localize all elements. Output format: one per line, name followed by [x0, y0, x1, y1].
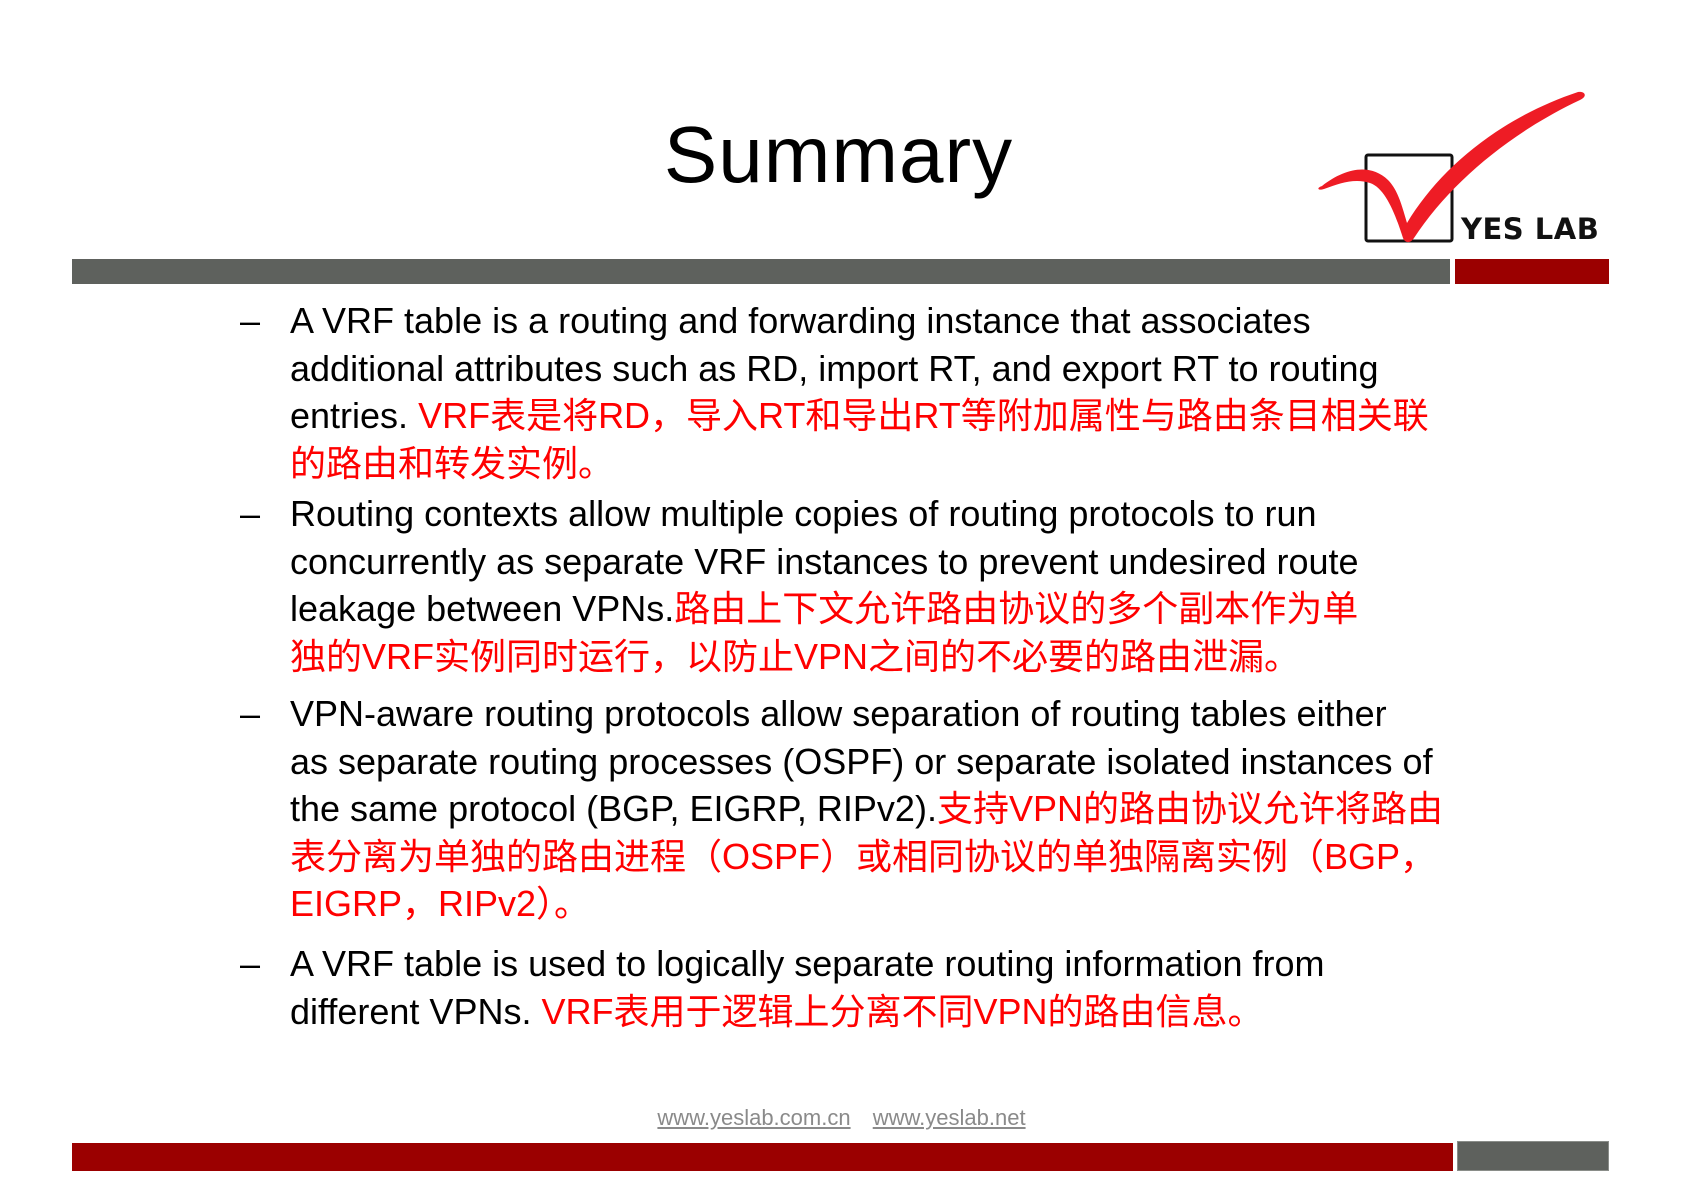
bullet-line: leakage between VPNs.路由上下文允许路由协议的多个副本作为单	[290, 585, 1530, 633]
english-text: different VPNs.	[290, 990, 542, 1032]
bullet-dash: –	[240, 493, 261, 534]
bullet-line: Routing contexts allow multiple copies o…	[290, 490, 1530, 538]
bullet-line: concurrently as separate VRF instances t…	[290, 538, 1530, 586]
bullet-line: entries. VRF表是将RD，导入RT和导出RT等附加属性与路由条目相关联	[290, 392, 1530, 440]
footer-divider-red	[72, 1143, 1453, 1171]
bullet-text: A VRF table is a routing and forwarding …	[290, 297, 1530, 487]
chinese-translation: VRF表用于逻辑上分离不同VPN的路由信息。	[541, 990, 1264, 1032]
english-text: A VRF table is a routing and forwarding …	[290, 300, 1311, 341]
chinese-translation: 表分离为单独的路由进程（OSPF）或相同协议的单独隔离实例（BGP，	[290, 835, 1437, 877]
chinese-translation: 独的VRF实例同时运行，以防止VPN之间的不必要的路由泄漏。	[290, 635, 1301, 677]
chinese-translation: EIGRP，RIPv2）。	[290, 883, 591, 924]
english-text: as separate routing processes (OSPF) or …	[290, 740, 1433, 782]
bullet-dash: –	[240, 693, 261, 734]
header-divider-gray	[72, 259, 1450, 284]
bullet-line: different VPNs. VRF表用于逻辑上分离不同VPN的路由信息。	[290, 988, 1530, 1036]
bullet-dash: –	[240, 300, 261, 341]
bullet-text: A VRF table is used to logically separat…	[290, 940, 1530, 1035]
chinese-translation: 的路由和转发实例。	[290, 442, 615, 484]
logo-text: YES LAB	[1461, 212, 1600, 246]
bullet-line: A VRF table is a routing and forwarding …	[290, 297, 1530, 345]
footer-links: www.yeslab.com.cn www.yeslab.net	[0, 1105, 1683, 1131]
english-text: VPN-aware routing protocols allow separa…	[290, 693, 1387, 734]
bullet-line: 的路由和转发实例。	[290, 440, 1530, 488]
bullet-dash: –	[240, 943, 261, 984]
bullet-line: VPN-aware routing protocols allow separa…	[290, 690, 1530, 738]
bullet-line: A VRF table is used to logically separat…	[290, 940, 1530, 988]
english-text: additional attributes such as RD, import…	[290, 347, 1379, 389]
footer-link-net[interactable]: www.yeslab.net	[873, 1105, 1026, 1130]
bullet-line: EIGRP，RIPv2）。	[290, 880, 1530, 928]
chinese-translation: 路由上下文允许路由协议的多个副本作为单	[674, 588, 1359, 629]
english-text: entries.	[290, 395, 419, 436]
english-text: leakage between VPNs.	[290, 588, 675, 629]
english-text: concurrently as separate VRF instances t…	[290, 540, 1359, 582]
header-divider-red	[1455, 259, 1609, 284]
bullet-line: the same protocol (BGP, EIGRP, RIPv2).支持…	[290, 785, 1530, 833]
bullet-text: VPN-aware routing protocols allow separa…	[290, 690, 1530, 928]
bullet-text: Routing contexts allow multiple copies o…	[290, 490, 1530, 680]
chinese-translation: VRF表是将RD，导入RT和导出RT等附加属性与路由条目相关联	[418, 395, 1429, 436]
bullet-line: 表分离为单独的路由进程（OSPF）或相同协议的单独隔离实例（BGP，	[290, 833, 1530, 881]
chinese-translation: 支持VPN的路由协议允许将路由	[936, 788, 1443, 829]
english-text: Routing contexts allow multiple copies o…	[290, 493, 1317, 534]
english-text: the same protocol (BGP, EIGRP, RIPv2).	[290, 788, 937, 829]
bullet-line: as separate routing processes (OSPF) or …	[290, 738, 1530, 786]
slide-title-text: Summary	[663, 110, 1014, 199]
bullet-line: additional attributes such as RD, import…	[290, 345, 1530, 393]
footer-divider-gray	[1457, 1141, 1609, 1171]
footer-link-com-cn[interactable]: www.yeslab.com.cn	[657, 1105, 850, 1130]
english-text: A VRF table is used to logically separat…	[290, 943, 1325, 984]
bullet-line: 独的VRF实例同时运行，以防止VPN之间的不必要的路由泄漏。	[290, 633, 1530, 681]
